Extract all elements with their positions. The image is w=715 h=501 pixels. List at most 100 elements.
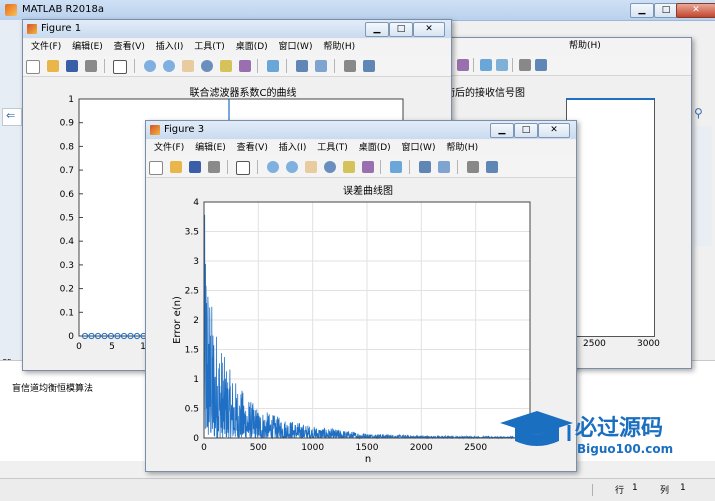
print-icon[interactable] [207,161,220,173]
figure1-ytick: 0.5 [60,214,74,224]
pan-icon[interactable] [304,161,317,173]
back-arrow-icon[interactable]: ⇐ [2,108,22,126]
data-cursor-icon[interactable] [342,161,355,173]
figure2-help-menu[interactable]: 帮助(H) [569,38,601,55]
open-icon[interactable] [169,161,182,173]
figure2-xtick-3000: 3000 [637,339,660,349]
col-label: 列 [660,486,670,496]
menu-tools[interactable]: 工具(T) [194,39,225,56]
x-axis-label: n [365,454,371,465]
y-tick-label: 2.5 [185,287,199,297]
rotate-icon[interactable] [323,161,336,173]
figure1-close-button[interactable]: ✕ [413,22,445,37]
new-figure-icon[interactable] [149,161,163,175]
hide-tools-icon[interactable] [466,161,479,173]
figure3-toolbar [146,157,576,178]
x-tick-label: 1000 [301,443,324,453]
chart-title: 误差曲线图 [343,184,393,197]
open-icon[interactable] [46,60,59,72]
figure1-menubar: 文件(F) 编辑(E) 查看(V) 插入(I) 工具(T) 桌面(D) 窗口(W… [23,39,451,56]
menu-file[interactable]: 文件(F) [154,140,184,157]
hide-tools-icon[interactable] [343,60,356,72]
main-window-title: MATLAB R2018a [22,4,105,15]
menu-window[interactable]: 窗口(W) [402,140,436,157]
watermark-logo: 必过源码 Biguo100.com [495,405,695,465]
figure1-ytick: 0.2 [60,285,74,295]
figure-icon [150,125,160,135]
figure2-xtick-2500: 2500 [583,339,606,349]
status-bar: 行 1 列 1 [0,478,715,501]
pointer-icon[interactable] [113,60,128,74]
figure3-title: Figure 3 [164,124,205,135]
row-label: 行 [615,486,625,496]
dock-icon[interactable] [485,161,498,173]
y-tick-label: 2 [193,316,199,326]
figure2-menubar: 帮助(H) [441,38,691,55]
menu-help[interactable]: 帮助(H) [446,140,478,157]
y-tick-label: 1 [193,375,199,385]
zoom-out-icon[interactable] [286,161,298,173]
zoom-in-icon[interactable] [144,60,157,72]
minimize-button[interactable]: ▁ [630,3,654,18]
menu-help[interactable]: 帮助(H) [323,39,355,56]
y-tick-label: 0 [193,434,199,444]
menu-view[interactable]: 查看(V) [237,140,268,157]
maximize-button[interactable]: □ [654,3,678,18]
figure3-minimize-button[interactable]: ▁ [490,123,514,138]
link-icon[interactable] [267,60,280,72]
watermark-url: Biguo100.com [577,442,673,456]
legend-icon[interactable] [314,60,327,72]
link-icon[interactable] [390,161,403,173]
figure3-title-bar: Figure 3 ▁ □ ✕ [146,121,576,139]
figure1-xtick-5: 5 [109,342,115,352]
figure1-title-bar: Figure 1 ▁ □ ✕ [23,20,451,38]
command-output-text: 盲信道均衡恒模算法 [12,384,94,394]
brush-icon[interactable] [361,161,374,173]
figure3-close-button[interactable]: ✕ [538,123,570,138]
figure2-toolbar [441,55,691,76]
save-icon[interactable] [65,60,78,72]
zoom-out-icon[interactable] [163,60,175,72]
menu-desktop[interactable]: 桌面(D) [236,39,268,56]
menu-edit[interactable]: 编辑(E) [195,140,226,157]
y-axis-label: Error e(n) [172,296,183,344]
menu-window[interactable]: 窗口(W) [279,39,313,56]
figure1-ytick: 0 [68,332,74,342]
figure3-maximize-button[interactable]: □ [514,123,538,138]
x-tick-label: 1500 [356,443,379,453]
menu-insert[interactable]: 插入(I) [156,39,184,56]
legend-icon[interactable] [437,161,450,173]
menu-view[interactable]: 查看(V) [114,39,145,56]
dock-icon[interactable] [362,60,375,72]
figure1-minimize-button[interactable]: ▁ [365,22,389,37]
print-icon[interactable] [84,60,97,72]
pointer-icon[interactable] [236,161,251,175]
menu-tools[interactable]: 工具(T) [317,140,348,157]
data-cursor-icon[interactable] [219,60,232,72]
figure1-maximize-button[interactable]: □ [389,22,413,37]
search-icon[interactable]: ⚲ [694,106,710,122]
figure1-ytick: 0.9 [60,119,75,129]
y-tick-label: 0.5 [185,405,199,415]
pan-icon[interactable] [181,60,194,72]
figure1-toolbar [23,56,451,77]
colorbar-icon[interactable] [296,60,308,72]
rotate-icon[interactable] [200,60,213,72]
x-tick-label: 0 [201,443,207,453]
figure-icon [27,24,37,34]
y-tick-label: 4 [193,198,199,208]
menu-file[interactable]: 文件(F) [31,39,61,56]
menu-edit[interactable]: 编辑(E) [72,39,103,56]
save-icon[interactable] [188,161,201,173]
menu-desktop[interactable]: 桌面(D) [359,140,391,157]
figure2-plot-title: 衡后的接收信号图 [445,88,525,99]
figure3-menubar: 文件(F) 编辑(E) 查看(V) 插入(I) 工具(T) 桌面(D) 窗口(W… [146,140,576,157]
zoom-in-icon[interactable] [267,161,280,173]
brush-icon[interactable] [238,60,251,72]
new-figure-icon[interactable] [26,60,40,74]
colorbar-icon[interactable] [419,161,431,173]
col-value: 1 [680,483,686,493]
menu-insert[interactable]: 插入(I) [279,140,307,157]
close-button[interactable]: ✕ [676,3,715,18]
watermark-site: 必过源码 [575,415,663,441]
